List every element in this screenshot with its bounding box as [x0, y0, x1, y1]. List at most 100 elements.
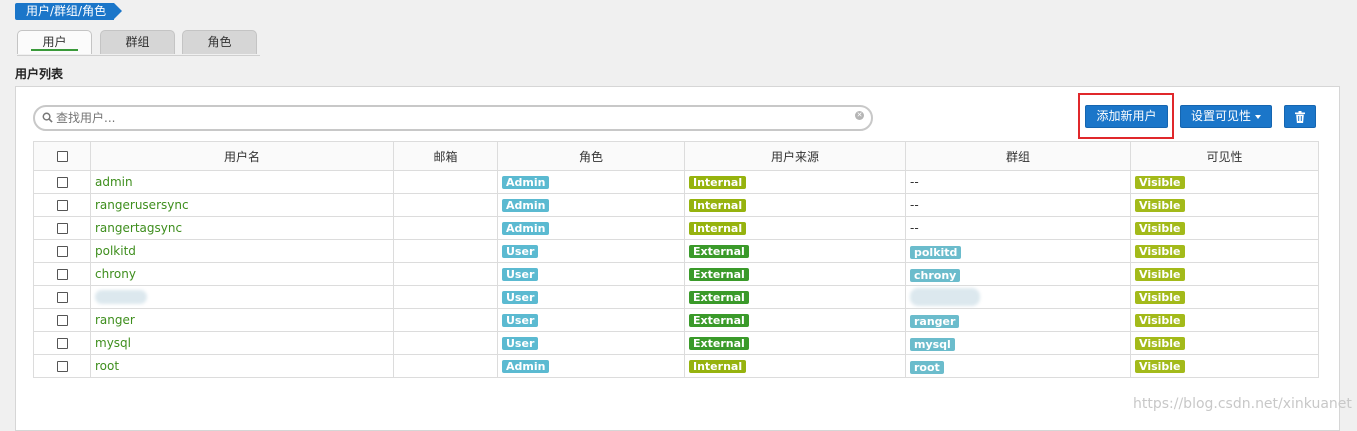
- search-icon: [42, 112, 53, 123]
- role-badge: User: [502, 314, 539, 327]
- username-link[interactable]: admin: [95, 175, 133, 189]
- row-checkbox[interactable]: [56, 177, 68, 188]
- source-cell: External: [684, 239, 906, 263]
- role-cell: User: [497, 239, 685, 263]
- caret-down-icon: [1255, 114, 1261, 119]
- row-checkbox[interactable]: [56, 361, 68, 372]
- row-checkbox[interactable]: [56, 246, 68, 257]
- group-empty: --: [910, 221, 919, 235]
- visibility-badge: Visible: [1135, 291, 1185, 304]
- role-badge: Admin: [502, 176, 550, 189]
- group-empty: --: [910, 198, 919, 212]
- row-checkbox[interactable]: [56, 200, 68, 211]
- row-checkbox[interactable]: [56, 269, 68, 280]
- user-table: 用户名 邮箱 角色 用户来源 群组 可见性 admin Admin Internal…: [33, 141, 1319, 378]
- visibility-cell: Visible: [1130, 285, 1319, 309]
- group-cell: --: [905, 216, 1131, 240]
- username-link[interactable]: polkitd: [95, 244, 136, 258]
- row-select-cell: [33, 170, 91, 194]
- breadcrumb[interactable]: 用户/群组/角色: [15, 3, 123, 20]
- role-cell: Admin: [497, 216, 685, 240]
- username-link[interactable]: rangerusersync: [95, 198, 189, 212]
- group-cell: polkitd: [905, 239, 1131, 263]
- visibility-cell: Visible: [1130, 216, 1319, 240]
- row-checkbox[interactable]: [56, 223, 68, 234]
- group-cell: root: [905, 354, 1131, 378]
- username-link[interactable]: rangertagsync: [95, 221, 182, 235]
- role-badge: Admin: [502, 199, 550, 212]
- col-email[interactable]: 邮箱: [393, 141, 498, 171]
- username-cell: rangerusersync: [90, 193, 394, 217]
- row-select-cell: [33, 262, 91, 286]
- group-badge: polkitd: [910, 246, 962, 259]
- visibility-badge: Visible: [1135, 360, 1185, 373]
- table-row: root Admin Internal root Visible: [33, 354, 1319, 378]
- delete-button[interactable]: [1284, 105, 1316, 128]
- watermark: https://blog.csdn.net/xinkuanet: [1133, 396, 1352, 412]
- source-cell: Internal: [684, 193, 906, 217]
- source-cell: External: [684, 262, 906, 286]
- email-cell: [393, 193, 498, 217]
- row-checkbox[interactable]: [56, 315, 68, 326]
- page-title: 用户列表: [15, 67, 64, 81]
- source-cell: External: [684, 285, 906, 309]
- email-cell: [393, 354, 498, 378]
- table-body: admin Admin Internal -- Visible rangerusersyn…: [33, 170, 1319, 378]
- col-visibility[interactable]: 可见性: [1130, 141, 1319, 171]
- redacted-username: [95, 290, 147, 305]
- col-groups[interactable]: 群组: [905, 141, 1131, 171]
- select-all-checkbox[interactable]: [56, 151, 68, 162]
- username-cell: polkitd: [90, 239, 394, 263]
- source-badge: Internal: [689, 199, 747, 212]
- search-box[interactable]: ✕: [33, 105, 873, 131]
- role-badge: Admin: [502, 222, 550, 235]
- email-cell: [393, 262, 498, 286]
- row-checkbox[interactable]: [56, 338, 68, 349]
- role-cell: User: [497, 308, 685, 332]
- tab-users[interactable]: 用户: [17, 30, 92, 54]
- group-badge: ranger: [910, 315, 960, 328]
- username-cell: mysql: [90, 331, 394, 355]
- clear-search-icon[interactable]: ✕: [855, 111, 864, 120]
- tab-roles[interactable]: 角色: [182, 30, 257, 54]
- visibility-cell: Visible: [1130, 354, 1319, 378]
- username-cell: ranger: [90, 308, 394, 332]
- table-row: ranger User External ranger Visible: [33, 308, 1319, 332]
- table-row: User External Visible: [33, 285, 1319, 309]
- username-link[interactable]: chrony: [95, 267, 136, 281]
- group-cell: [905, 285, 1131, 309]
- group-empty: --: [910, 175, 919, 189]
- row-select-cell: [33, 239, 91, 263]
- username-link[interactable]: root: [95, 359, 119, 373]
- role-badge: User: [502, 245, 539, 258]
- row-checkbox[interactable]: [56, 292, 68, 303]
- group-cell: --: [905, 170, 1131, 194]
- add-user-button[interactable]: 添加新用户: [1085, 105, 1168, 128]
- tab-bar: 用户 群组 角色: [17, 30, 260, 56]
- table-row: chrony User External chrony Visible: [33, 262, 1319, 286]
- set-visibility-button[interactable]: 设置可见性: [1180, 105, 1272, 128]
- row-select-cell: [33, 216, 91, 240]
- group-cell: mysql: [905, 331, 1131, 355]
- source-badge: Internal: [689, 360, 747, 373]
- table-row: admin Admin Internal -- Visible: [33, 170, 1319, 194]
- role-cell: Admin: [497, 170, 685, 194]
- row-select-cell: [33, 285, 91, 309]
- search-input[interactable]: [56, 109, 846, 127]
- col-user-source[interactable]: 用户来源: [684, 141, 906, 171]
- username-link[interactable]: mysql: [95, 336, 131, 350]
- table-row: rangerusersync Admin Internal -- Visible: [33, 193, 1319, 217]
- trash-icon: [1295, 110, 1305, 123]
- source-badge: External: [689, 268, 749, 281]
- username-link[interactable]: ranger: [95, 313, 135, 327]
- username-cell: root: [90, 354, 394, 378]
- group-cell: chrony: [905, 262, 1131, 286]
- email-cell: [393, 216, 498, 240]
- col-role[interactable]: 角色: [497, 141, 685, 171]
- source-badge: Internal: [689, 176, 747, 189]
- col-username[interactable]: 用户名: [90, 141, 394, 171]
- source-badge: External: [689, 337, 749, 350]
- role-badge: User: [502, 291, 539, 304]
- tab-groups[interactable]: 群组: [100, 30, 175, 54]
- row-select-cell: [33, 193, 91, 217]
